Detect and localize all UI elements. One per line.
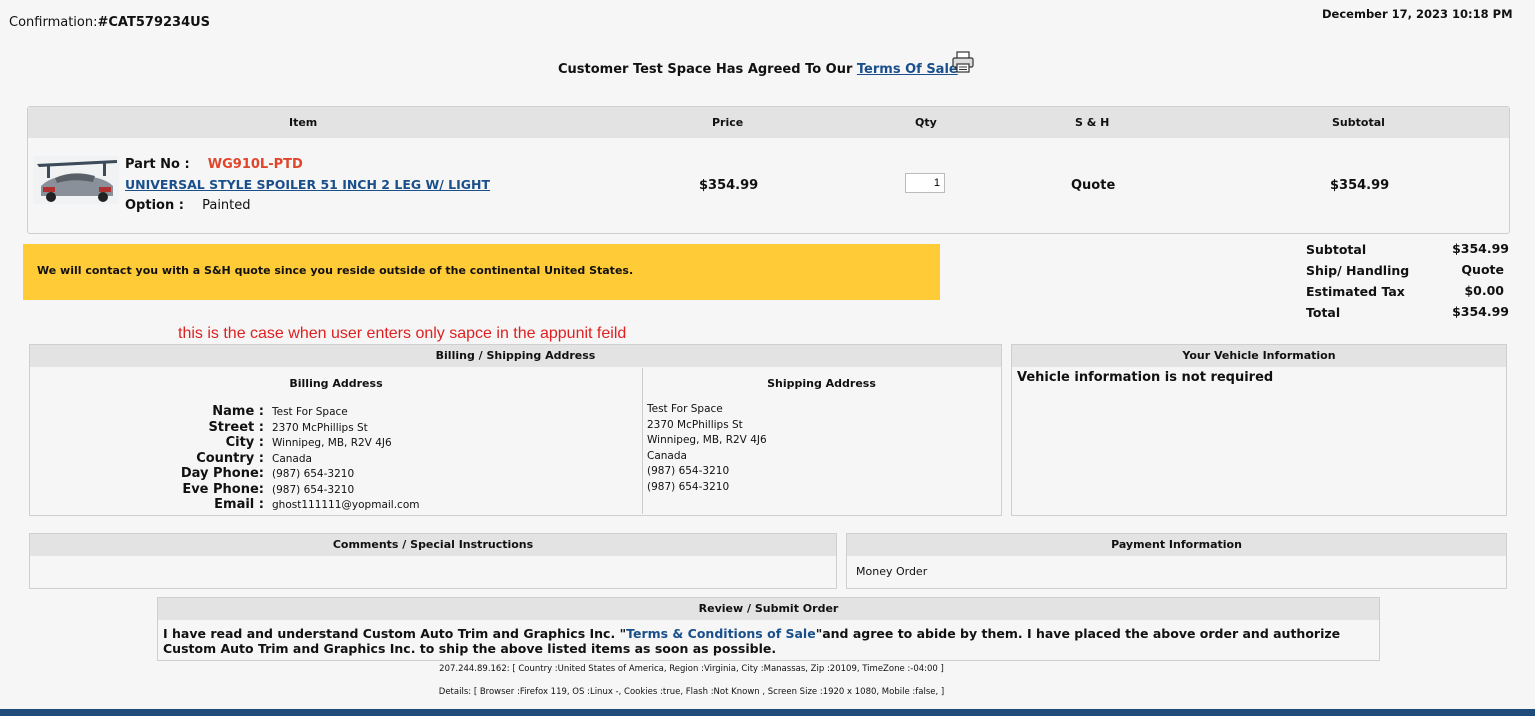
email-label: Email : xyxy=(214,497,264,512)
col-item: Item xyxy=(289,116,318,129)
billing-title: Billing Address xyxy=(289,377,383,390)
part-no-value: WG910L-PTD xyxy=(207,157,303,172)
option-line: Option : Painted xyxy=(125,198,251,213)
confirmation-label: Confirmation: xyxy=(9,15,98,30)
subtotal-label: Subtotal xyxy=(1306,242,1367,257)
billing-shipping-title: Billing / Shipping Address xyxy=(30,345,1001,367)
ship-value: Quote xyxy=(1461,262,1504,277)
ip-info: 207.244.89.162: [ Country :United States… xyxy=(439,664,944,674)
tax-value: $0.00 xyxy=(1464,283,1504,298)
payment-panel: Payment Information Money Order xyxy=(846,533,1507,589)
terms-of-sale-link[interactable]: Terms Of Sale xyxy=(857,62,958,77)
order-items-table: Item Price Qty S & H Subtotal Part No : … xyxy=(27,106,1510,234)
product-thumbnail[interactable] xyxy=(33,156,119,204)
shipping-title: Shipping Address xyxy=(767,377,876,390)
review-title: Review / Submit Order xyxy=(158,598,1379,620)
confirmation: Confirmation:#CAT579234US xyxy=(9,15,210,30)
review-panel: Review / Submit Order I have read and un… xyxy=(157,597,1380,661)
shipping-street: 2370 McPhillips St xyxy=(647,418,743,431)
billing-address: Name : Test For Space Street :2370 McPhil… xyxy=(179,402,420,512)
agreement-text: Customer Test Space Has Agreed To Our xyxy=(558,62,857,77)
part-number-line: Part No : WG910L-PTD xyxy=(125,157,303,172)
notice-text: We will contact you with a S&H quote sin… xyxy=(37,264,634,277)
col-qty: Qty xyxy=(915,116,937,129)
shipping-city: Winnipeg, MB, R2V 4J6 xyxy=(647,434,767,446)
confirmation-number: #CAT579234US xyxy=(97,15,211,30)
col-subtotal: Subtotal xyxy=(1332,116,1385,129)
vehicle-title: Your Vehicle Information xyxy=(1012,345,1506,367)
billing-name: Test For Space xyxy=(272,406,348,418)
item-price: $354.99 xyxy=(699,178,759,193)
payment-method: Money Order xyxy=(856,565,928,578)
col-price: Price xyxy=(712,116,744,129)
product-name-link[interactable]: UNIVERSAL STYLE SPOILER 51 INCH 2 LEG W/… xyxy=(125,177,490,192)
billing-city: Winnipeg, MB, R2V 4J6 xyxy=(272,437,392,449)
total-label: Total xyxy=(1306,305,1341,320)
billing-day-phone: (987) 654-3210 xyxy=(272,468,355,480)
shipping-eve-phone: (987) 654-3210 xyxy=(647,480,730,493)
shipping-country: Canada xyxy=(647,449,687,462)
billing-email: ghost111111@yopmail.com xyxy=(272,499,420,511)
qty-input[interactable] xyxy=(905,173,945,193)
comments-panel: Comments / Special Instructions xyxy=(29,533,837,589)
sh-quote-notice: We will contact you with a S&H quote sin… xyxy=(23,244,940,300)
client-details: Details: [ Browser :Firefox 119, OS :Lin… xyxy=(438,687,945,697)
terms-conditions-link[interactable]: Terms & Conditions of Sale xyxy=(626,626,816,641)
vehicle-text: Vehicle information is not required xyxy=(1017,370,1274,385)
table-header: Item Price Qty S & H Subtotal xyxy=(28,107,1509,138)
agreement-line: Customer Test Space Has Agreed To Our Te… xyxy=(558,62,958,77)
annotation-note: this is the case when user enters only s… xyxy=(178,325,627,342)
ship-label: Ship/ Handling xyxy=(1306,263,1410,278)
shipping-address: Test For Space 2370 McPhillips St Winnip… xyxy=(647,402,767,495)
shipping-name: Test For Space xyxy=(647,403,723,415)
comments-title: Comments / Special Instructions xyxy=(30,534,836,556)
billing-eve-phone: (987) 654-3210 xyxy=(272,483,355,496)
item-sh: Quote xyxy=(1071,178,1116,193)
col-sh: S & H xyxy=(1075,116,1110,129)
tax-label: Estimated Tax xyxy=(1306,284,1405,299)
printer-icon[interactable] xyxy=(951,50,975,74)
order-datetime: December 17, 2023 10:18 PM xyxy=(1322,7,1513,21)
shipping-day-phone: (987) 654-3210 xyxy=(647,465,730,477)
billing-country: Canada xyxy=(272,452,312,465)
item-subtotal: $354.99 xyxy=(1330,178,1390,193)
subtotal-value: $354.99 xyxy=(1452,241,1509,256)
billing-street: 2370 McPhillips St xyxy=(272,421,368,434)
footer-bar xyxy=(0,709,1535,716)
review-text: I have read and understand Custom Auto T… xyxy=(163,626,1368,656)
option-value: Painted xyxy=(202,198,251,213)
vehicle-panel: Your Vehicle Information Vehicle informa… xyxy=(1011,344,1507,516)
payment-title: Payment Information xyxy=(847,534,1506,556)
option-label: Option : xyxy=(125,198,184,213)
billing-shipping-panel: Billing / Shipping Address Billing Addre… xyxy=(29,344,1002,516)
part-no-label: Part No : xyxy=(125,157,190,172)
review-text-before: I have read and understand Custom Auto T… xyxy=(163,626,627,641)
total-value: $354.99 xyxy=(1452,304,1509,319)
